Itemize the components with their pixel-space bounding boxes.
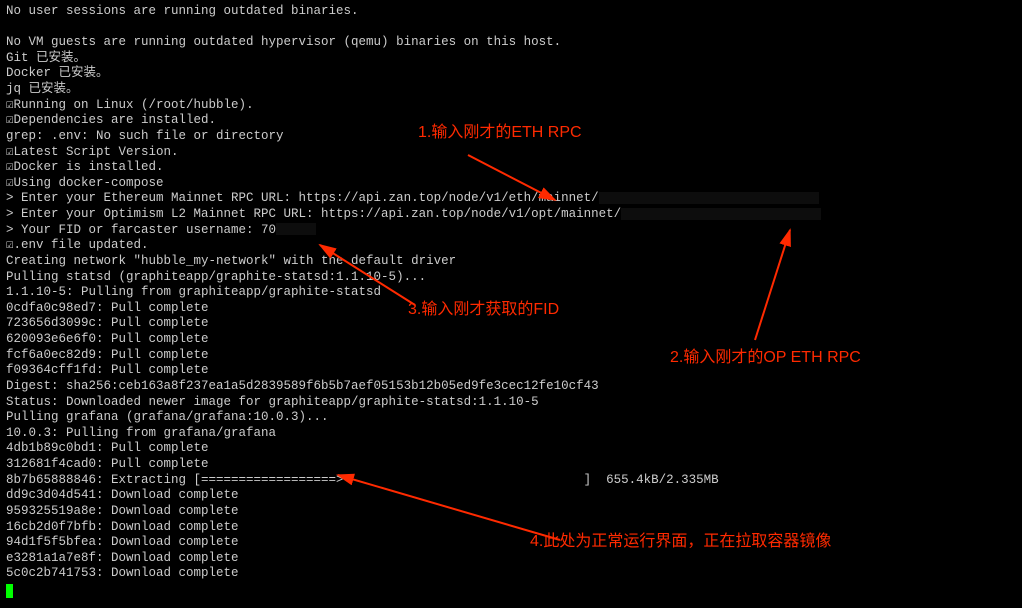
term-line: f09364cff1fd: Pull complete bbox=[6, 363, 1016, 379]
term-line: 959325519a8e: Download complete bbox=[6, 504, 1016, 520]
term-line: 5c0c2b741753: Download complete bbox=[6, 566, 1016, 582]
term-line: jq 已安装。 bbox=[6, 82, 1016, 98]
term-line: 0cdfa0c98ed7: Pull complete bbox=[6, 301, 1016, 317]
term-line: Pulling statsd (graphiteapp/graphite-sta… bbox=[6, 270, 1016, 286]
term-blank bbox=[6, 20, 1016, 36]
term-line: 620093e6e6f0: Pull complete bbox=[6, 332, 1016, 348]
term-line: 16cb2d0f7bfb: Download complete bbox=[6, 520, 1016, 536]
term-line: No VM guests are running outdated hyperv… bbox=[6, 35, 1016, 51]
term-line: fcf6a0ec82d9: Pull complete bbox=[6, 348, 1016, 364]
term-line: ☑Running on Linux (/root/hubble). bbox=[6, 98, 1016, 114]
term-line: grep: .env: No such file or directory bbox=[6, 129, 1016, 145]
term-line: ☑.env file updated. bbox=[6, 238, 1016, 254]
term-line: ☑Docker is installed. bbox=[6, 160, 1016, 176]
term-line: Digest: sha256:ceb163a8f237ea1a5d2839589… bbox=[6, 379, 1016, 395]
term-line: ☑Dependencies are installed. bbox=[6, 113, 1016, 129]
term-line: Creating network "hubble_my-network" wit… bbox=[6, 254, 1016, 270]
prompt-fid: > Your FID or farcaster username: 70 bbox=[6, 223, 1016, 239]
term-line: e3281a1a7e8f: Download complete bbox=[6, 551, 1016, 567]
term-line: ☑Using docker-compose bbox=[6, 176, 1016, 192]
term-line: dd9c3d04d541: Download complete bbox=[6, 488, 1016, 504]
term-line: No user sessions are running outdated bi… bbox=[6, 4, 1016, 20]
term-line: 723656d3099c: Pull complete bbox=[6, 316, 1016, 332]
terminal-cursor bbox=[6, 582, 1016, 598]
term-line: Git 已安装。 bbox=[6, 51, 1016, 67]
term-line: Status: Downloaded newer image for graph… bbox=[6, 395, 1016, 411]
term-line: 312681f4cad0: Pull complete bbox=[6, 457, 1016, 473]
term-line: 4db1b89c0bd1: Pull complete bbox=[6, 441, 1016, 457]
extract-progress-line: 8b7b65888846: Extracting [==============… bbox=[6, 473, 1016, 489]
term-line: 94d1f5f5bfea: Download complete bbox=[6, 535, 1016, 551]
terminal-output[interactable]: No user sessions are running outdated bi… bbox=[6, 4, 1016, 598]
term-line: 1.1.10-5: Pulling from graphiteapp/graph… bbox=[6, 285, 1016, 301]
term-line: Pulling grafana (grafana/grafana:10.0.3)… bbox=[6, 410, 1016, 426]
term-line: 10.0.3: Pulling from grafana/grafana bbox=[6, 426, 1016, 442]
term-line: ☑Latest Script Version. bbox=[6, 145, 1016, 161]
prompt-eth-rpc: > Enter your Ethereum Mainnet RPC URL: h… bbox=[6, 191, 1016, 207]
prompt-op-rpc: > Enter your Optimism L2 Mainnet RPC URL… bbox=[6, 207, 1016, 223]
term-line: Docker 已安装。 bbox=[6, 66, 1016, 82]
